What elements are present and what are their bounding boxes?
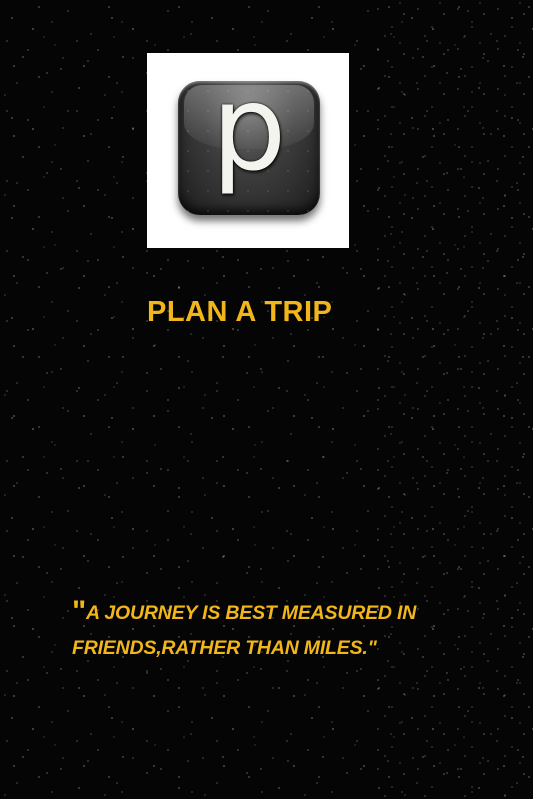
quote-text: "A JOURNEY IS BEST MEASURED IN FRIENDS,R…: [72, 594, 512, 666]
logo-letter: p: [211, 81, 287, 197]
p-letter-app-icon: p: [178, 81, 320, 215]
starfield-bright-edge: [373, 0, 533, 799]
quote-line-1: A JOURNEY IS BEST MEASURED IN: [86, 602, 417, 624]
quote-line-2: FRIENDS,RATHER THAN MILES.": [72, 637, 377, 659]
plan-a-trip-title[interactable]: PLAN A TRIP: [147, 296, 332, 329]
quote-open-mark: ": [72, 595, 87, 628]
app-logo: p: [147, 53, 349, 248]
